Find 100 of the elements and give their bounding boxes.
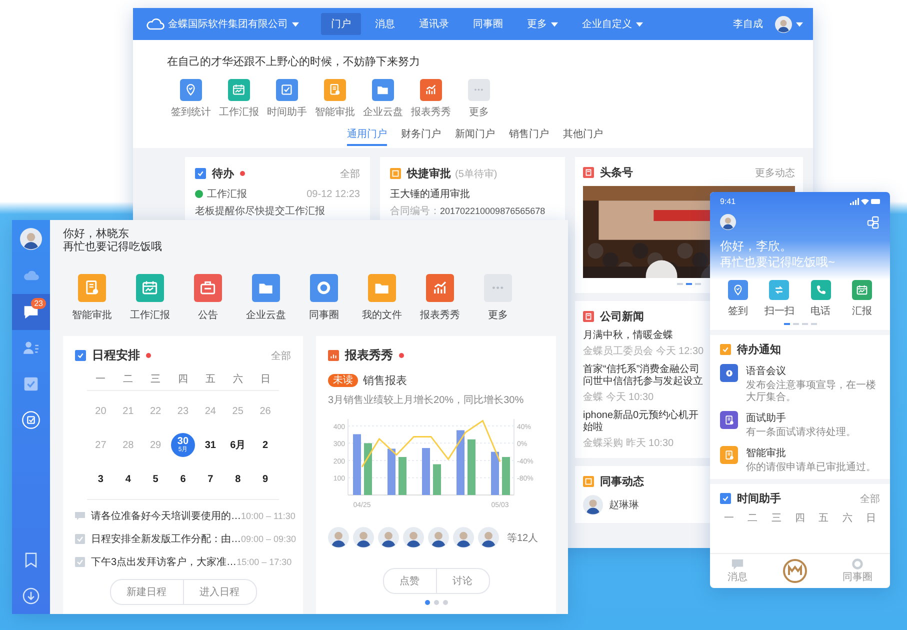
app-shortcut[interactable]: 报表秀秀 [407,79,455,119]
tab-button[interactable]: 消息 [728,558,748,584]
notice-title[interactable]: 语音会议 [746,364,880,378]
calendar-day[interactable]: 4 [116,467,140,491]
todo-type: 工作汇报 [207,188,247,201]
participant-count: 等12人 [507,532,538,544]
nav-tab[interactable]: 企业自定义 [572,13,653,35]
sidebar-button[interactable]: 23 [12,294,50,330]
weekday-label: 四 [176,373,189,386]
calendar-day[interactable]: 3 [88,467,113,491]
weekday-label: 一 [94,373,107,386]
event-time: 09:00 – 09:30 [241,534,296,544]
notice-text: 有一条面试请求待处理。 [746,427,856,439]
user-name: 李自成 [733,18,763,31]
nav-tab[interactable]: 同事圈 [463,13,513,35]
calendar-day[interactable]: 31 [198,433,222,457]
news-title[interactable]: iphone新品0元预约心机开始啦 [583,410,707,434]
count-badge: 23 [31,298,46,309]
todo-text: 老板提醒你尽快提交工作汇报 [195,204,326,218]
greeting-subtitle: 再忙也要记得吃饭哦 [63,241,163,254]
weekday-label: 五 [818,512,829,525]
weekday-label: 四 [794,512,805,525]
weekday-label: 五 [204,373,216,386]
app-shortcut[interactable]: 公告 [179,274,237,322]
all-link[interactable]: 全部 [340,166,360,180]
app-shortcut[interactable]: 电话 [802,280,839,318]
action-button[interactable]: 讨论 [436,569,488,593]
portal-tab[interactable]: 销售门户 [509,125,549,146]
app-shortcut[interactable]: 更多 [455,79,503,119]
weekday-label: 三 [150,373,162,386]
report-name[interactable]: 销售报表 [363,373,407,388]
app-shortcut[interactable]: 智能审批 [311,79,359,119]
calendar-day[interactable]: 6 [170,467,195,491]
nav-tab[interactable]: 门户 [321,13,361,35]
calendar-day[interactable]: 5 [144,467,168,491]
colleague-name: 赵琳琳 [609,498,639,512]
weekday-label: 日 [259,373,272,386]
app-shortcut[interactable]: 更多 [469,274,527,322]
notice-text: 发布会注意事项宣导，在一楼大厅集合。 [746,380,877,404]
calendar-day[interactable]: 9 [253,467,278,491]
app-shortcut[interactable]: 时间助手 [263,79,311,119]
calendar-day[interactable]: 8 [226,467,250,491]
app-shortcut[interactable]: 签到 [720,280,756,318]
nav-tab[interactable]: 通讯录 [409,13,459,35]
calendar-day[interactable]: 2 [253,433,278,457]
notice-title[interactable]: 智能审批 [746,446,876,460]
app-shortcut[interactable]: 我的文件 [353,274,411,322]
portal-tab[interactable]: 财务门户 [401,125,441,146]
weekday-label: 二 [122,373,134,386]
card-title: 快捷审批 [407,166,451,181]
card-title: 日程安排 [92,347,140,364]
weekday-label: 日 [866,512,876,525]
portal-tab[interactable]: 新闻门户 [455,125,495,146]
app-shortcut[interactable]: 汇报 [844,280,880,318]
action-button[interactable]: 新建日程 [110,580,182,604]
action-button[interactable]: 点赞 [384,569,436,593]
app-shortcut[interactable]: 同事圈 [295,274,353,322]
todo-time: 09-12 12:23 [306,188,360,200]
action-button[interactable]: 进入日程 [182,580,256,604]
notice-text: 你的请假申请单已审批通过。 [746,462,876,474]
nav-tab[interactable]: 更多 [517,13,568,35]
approval-title: 王大锤的通用审批 [390,188,471,201]
news-title[interactable]: 月满中秋，情暖金蝶 [583,330,707,342]
portal-tab[interactable]: 通用门户 [347,125,387,146]
event-title[interactable]: 日程安排全新发版工作分配：由… [91,532,241,546]
news-meta: 金蝶 今天 10:30 [583,390,655,404]
calendar-day[interactable]: 6月 [226,433,250,457]
app-shortcut[interactable]: 报表秀秀 [411,274,469,322]
card-title: 待办通知 [737,342,781,357]
app-shortcut[interactable]: 工作汇报 [121,274,179,322]
event-title[interactable]: 请各位准备好今天培训要使用的… [91,509,241,523]
app-shortcut[interactable]: 企业云盘 [237,274,295,322]
status-time: 9:41 [720,197,736,206]
app-shortcut[interactable]: 智能审批 [63,274,121,322]
nav-tab[interactable]: 消息 [365,13,405,35]
app-shortcut[interactable]: 扫一扫 [761,280,798,318]
app-shortcut[interactable]: 企业云盘 [359,79,407,119]
field-label: 合同编号： [390,204,440,218]
unread-tag: 未读 [328,374,358,387]
card-title: 头条号 [600,166,633,180]
all-link[interactable]: 全部 [860,492,880,506]
slogan: 在自己的才华还跟不上野心的时候，不妨静下来努力 [167,54,421,69]
field-value: 201702210009876565678 [440,206,546,216]
all-link[interactable]: 全部 [271,348,291,362]
event-title[interactable]: 下午3点出发拜访客户，大家准… [91,555,237,569]
app-shortcut[interactable]: 签到统计 [167,79,215,119]
app-shortcut[interactable]: 工作汇报 [215,79,263,119]
report-summary: 3月销售业绩较上月增长20%，同比增长30% [328,394,525,407]
weekday-label: 二 [748,512,758,525]
company-menu[interactable]: 金蝶国际软件集团有限公司 [168,17,299,31]
portal-tab[interactable]: 其他门户 [563,125,603,146]
card-title: 待办 [212,166,234,181]
notice-title[interactable]: 面试助手 [746,411,856,425]
greeting-subtitle: 再忙也要记得吃饭哦~ [720,254,836,270]
news-title[interactable]: 首家“信托系”消费金融公司问世中信信托参与发起设立 [583,364,707,388]
tab-button[interactable]: 同事圈 [842,558,872,584]
pending-count: (5单待审) [455,168,498,180]
weekday-label: 一 [724,512,734,525]
more-link[interactable]: 更多动态 [755,166,795,180]
calendar-day[interactable]: 7 [198,467,222,491]
